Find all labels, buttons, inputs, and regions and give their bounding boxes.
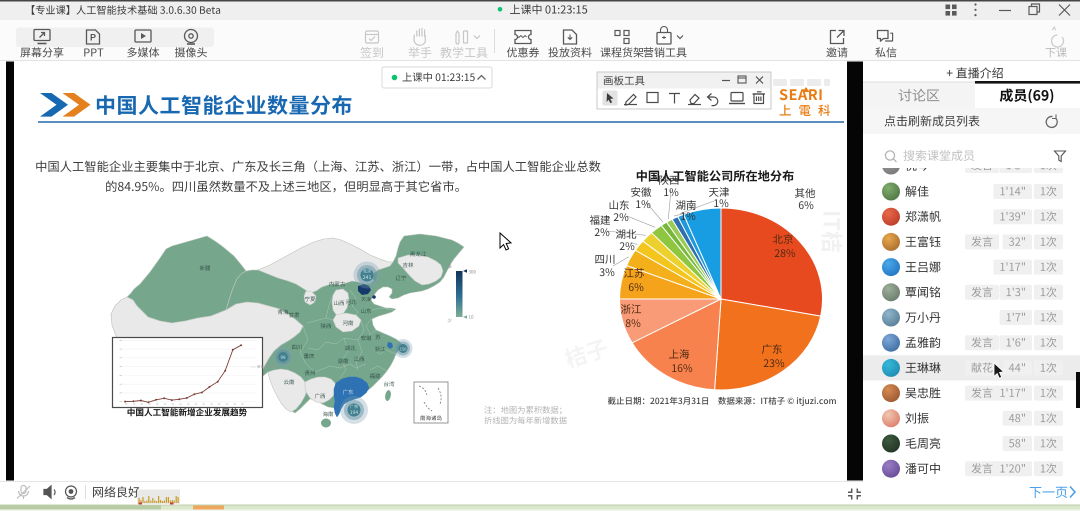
svg-text:P: P (90, 33, 96, 43)
